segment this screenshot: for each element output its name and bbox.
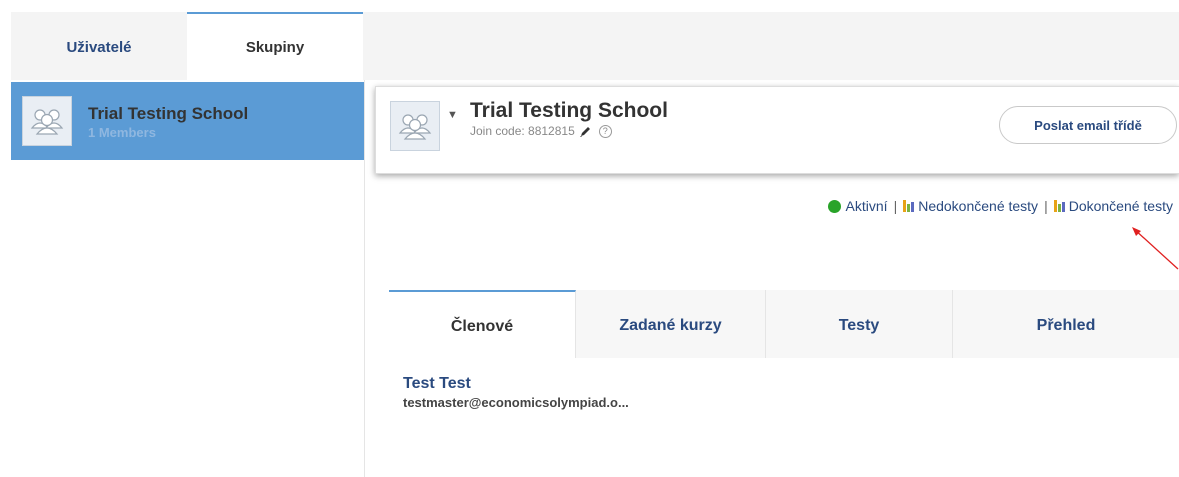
group-avatar xyxy=(22,96,72,146)
group-header-card: ▼ Trial Testing School Join code: 881281… xyxy=(375,86,1179,174)
join-code: Join code: 8812815 xyxy=(470,124,575,138)
people-group-icon xyxy=(30,109,64,135)
member-email: testmaster@economicsolympiad.o... xyxy=(403,395,629,410)
top-strip xyxy=(363,12,1179,80)
unfinished-tests-link[interactable]: Nedokončené testy xyxy=(918,198,1038,214)
annotation-arrow xyxy=(1132,227,1179,270)
top-tabs: Uživatelé Skupiny xyxy=(11,12,363,80)
member-name[interactable]: Test Test xyxy=(403,375,471,393)
question-circle-icon[interactable]: ? xyxy=(598,124,612,138)
bar-chart-icon xyxy=(1053,200,1065,212)
green-dot-icon xyxy=(827,199,841,213)
sidebar-group-name: Trial Testing School xyxy=(88,104,249,123)
separator: | xyxy=(1044,198,1048,214)
email-class-button[interactable]: Poslat email třídě xyxy=(999,106,1177,144)
sidebar-group-item[interactable]: Trial Testing School 1 Members xyxy=(11,82,364,160)
finished-tests-link[interactable]: Dokončené testy xyxy=(1069,198,1173,214)
content-tabs: Členové Zadané kurzy Testy Přehled xyxy=(389,290,1179,358)
app-root: Uživatelé Skupiny Trial Testing School 1… xyxy=(0,0,1179,477)
sidebar-group-members: 1 Members xyxy=(88,125,156,140)
page-title: Trial Testing School xyxy=(470,99,668,122)
people-group-icon xyxy=(398,114,432,140)
separator: | xyxy=(893,198,898,214)
tab-users[interactable]: Uživatelé xyxy=(11,12,187,80)
tab-overview[interactable]: Přehled xyxy=(953,290,1179,358)
tab-tests[interactable]: Testy xyxy=(766,290,953,358)
status-links: Aktivní | Nedokončené testy | Dokončené … xyxy=(827,198,1173,214)
left-panel-divider xyxy=(364,80,365,477)
tab-groups[interactable]: Skupiny xyxy=(187,12,363,80)
active-link[interactable]: Aktivní xyxy=(846,198,888,214)
tab-assigned-courses[interactable]: Zadané kurzy xyxy=(576,290,766,358)
join-code-line: Join code: 8812815 ? xyxy=(470,124,612,138)
bar-chart-icon xyxy=(903,200,915,212)
header-group-avatar xyxy=(390,101,440,151)
pencil-icon[interactable] xyxy=(579,125,592,138)
tab-members[interactable]: Členové xyxy=(389,290,576,358)
caret-down-icon[interactable]: ▼ xyxy=(447,109,458,121)
